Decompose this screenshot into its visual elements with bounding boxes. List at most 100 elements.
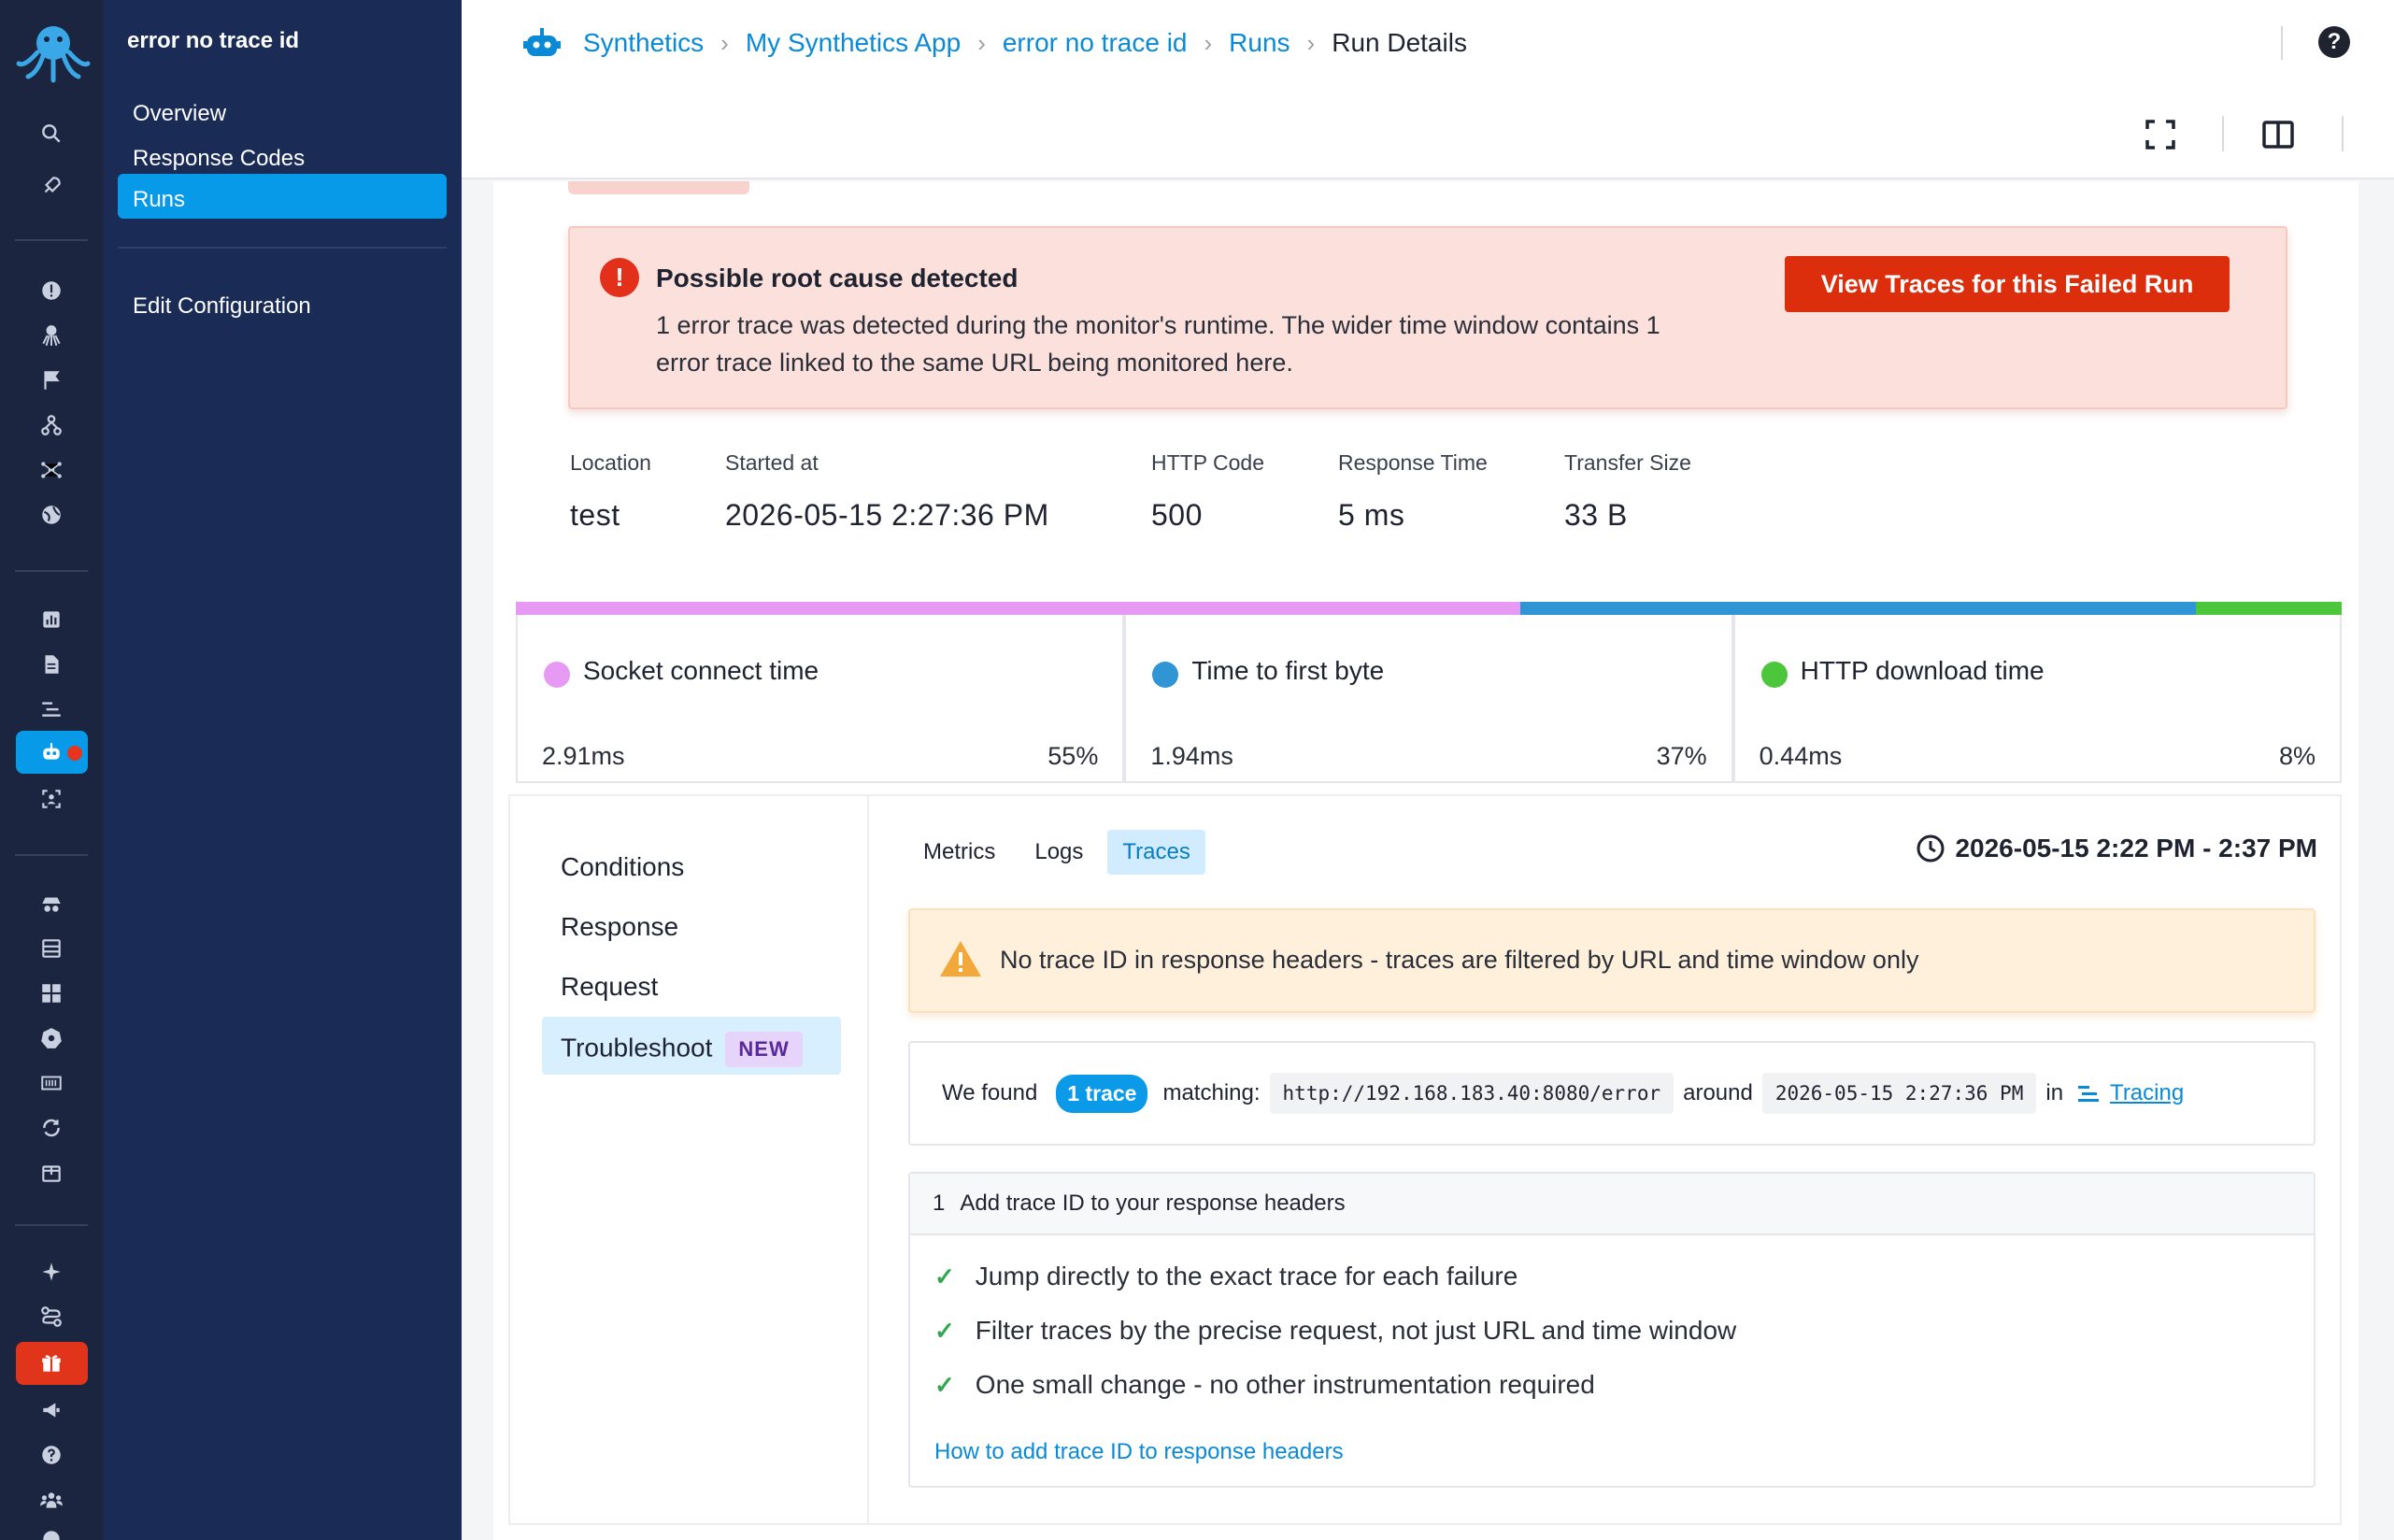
time-window[interactable]: 2026-05-15 2:22 PM - 2:37 PM [1916, 834, 2317, 863]
timing-name: HTTP download time [1800, 656, 2045, 685]
timing-bar-segment [516, 602, 1520, 615]
gift-icon[interactable] [37, 1349, 65, 1377]
stat-value: 5 ms [1338, 498, 1405, 532]
nav-item-runs[interactable]: Runs [118, 174, 447, 219]
globe-icon[interactable] [37, 501, 65, 529]
time-window-label: 2026-05-15 2:22 PM - 2:37 PM [1955, 834, 2317, 863]
barcode-icon[interactable] [37, 1069, 65, 1097]
alert-circle-icon[interactable] [37, 277, 65, 305]
header-divider [2342, 116, 2344, 151]
nav-item-response-codes[interactable]: Response Codes [118, 133, 447, 178]
traces-icon[interactable] [37, 695, 65, 723]
package-icon[interactable] [37, 1159, 65, 1187]
document-icon[interactable] [37, 650, 65, 678]
spy-icon[interactable] [37, 890, 65, 918]
stat-label: Location [570, 450, 651, 475]
no-trace-id-warning: No trace ID in response headers - traces… [908, 908, 2316, 1013]
how-to-add-trace-id-link[interactable]: How to add trace ID to response headers [934, 1439, 1344, 1465]
timing-ms: 0.44ms [1759, 742, 1843, 770]
octopus-logo-icon[interactable] [15, 21, 92, 84]
trace-match-summary: We found 1 trace matching: http://192.16… [908, 1041, 2316, 1146]
rocket-icon[interactable] [37, 172, 65, 200]
stat-transfer-size: Transfer Size 33 B [1564, 450, 1691, 533]
timing-ms: 2.91ms [542, 742, 625, 770]
side-item-response[interactable]: Response [542, 897, 841, 955]
details-section: Conditions Response Request Troubleshoot… [508, 794, 2342, 1525]
split-view-icon[interactable] [2261, 118, 2295, 151]
kubernetes-icon[interactable] [37, 1024, 65, 1052]
guide-title: Add trace ID to your response headers [960, 1191, 1346, 1216]
chevron-right-icon: › [1204, 28, 1213, 57]
hierarchy-icon[interactable] [37, 411, 65, 439]
side-item-conditions[interactable]: Conditions [542, 837, 841, 895]
breadcrumb-app[interactable]: My Synthetics App [746, 28, 961, 58]
help-icon[interactable] [37, 1441, 65, 1469]
octopus-nav-icon[interactable] [37, 321, 65, 349]
tab-metrics[interactable]: Metrics [908, 830, 1010, 875]
tracing-link[interactable]: Tracing [2110, 1080, 2184, 1106]
view-traces-button[interactable]: View Traces for this Failed Run [1785, 256, 2230, 312]
breadcrumb-monitor[interactable]: error no trace id [1003, 28, 1188, 58]
fullscreen-icon[interactable] [2144, 118, 2177, 151]
notification-dot [67, 746, 82, 761]
trace-count-pill[interactable]: 1 trace [1056, 1074, 1148, 1113]
around-label: around [1683, 1080, 1753, 1105]
megaphone-icon[interactable] [37, 1396, 65, 1424]
warning-text: No trace ID in response headers - traces… [1000, 946, 1919, 974]
team-icon[interactable] [37, 1486, 65, 1514]
chevron-right-icon: › [1306, 28, 1316, 57]
breadcrumb-runs[interactable]: Runs [1229, 28, 1290, 58]
add-trace-id-guide: 1 Add trace ID to your response headers ✓… [908, 1172, 2316, 1488]
stat-value: test [570, 498, 620, 532]
nav-item-edit-configuration[interactable]: Edit Configuration [118, 280, 447, 325]
found-prefix: We found [942, 1080, 1038, 1105]
timing-pct: 55% [1047, 742, 1099, 770]
section-nav-panel: error no trace id Overview Response Code… [104, 0, 462, 1540]
flag-icon[interactable] [37, 366, 65, 394]
stat-label: Response Time [1338, 450, 1488, 475]
legend-dot [1760, 662, 1788, 688]
guide-header: 1 Add trace ID to your response headers [910, 1174, 2314, 1235]
breadcrumb-synthetics[interactable]: Synthetics [583, 28, 704, 58]
benefit-item: ✓ Jump directly to the exact trace for e… [934, 1262, 1518, 1291]
search-icon[interactable] [37, 120, 65, 148]
stat-started-at: Started at 2026-05-15 2:27:36 PM [725, 450, 1049, 533]
check-icon: ✓ [934, 1316, 955, 1345]
stat-label: Transfer Size [1564, 450, 1691, 475]
matching-label: matching: [1162, 1080, 1261, 1105]
matched-time: 2026-05-15 2:27:36 PM [1761, 1073, 2037, 1114]
side-item-label: Troubleshoot [561, 1033, 713, 1062]
stat-value: 2026-05-15 2:27:36 PM [725, 498, 1049, 532]
side-item-troubleshoot[interactable]: Troubleshoot NEW [542, 1017, 841, 1075]
tab-traces[interactable]: Traces [1107, 830, 1205, 875]
run-details-card: ! Possible root cause detected 1 error t… [493, 181, 2358, 1540]
header-divider [2222, 116, 2224, 151]
help-circle-icon[interactable]: ? [2318, 26, 2350, 58]
chevron-right-icon: › [977, 28, 986, 57]
timing-http-download: HTTP download time 0.44ms 8% [1732, 615, 2342, 781]
grid-icon[interactable] [37, 979, 65, 1007]
breadcrumb: Synthetics › My Synthetics App › error n… [523, 26, 1467, 60]
sync-icon[interactable] [37, 1114, 65, 1142]
route-icon[interactable] [37, 1303, 65, 1331]
legend-dot [1152, 662, 1179, 688]
tab-logs[interactable]: Logs [1019, 830, 1098, 875]
nav-item-overview[interactable]: Overview [118, 88, 447, 133]
error-icon: ! [600, 258, 639, 297]
chart-icon[interactable] [37, 606, 65, 634]
robot-icon[interactable] [37, 738, 65, 766]
stat-value: 500 [1151, 498, 1203, 532]
legend-dot [544, 662, 570, 688]
stat-value: 33 B [1564, 498, 1628, 532]
side-item-request[interactable]: Request [542, 957, 841, 1015]
benefit-text: Jump directly to the exact trace for eac… [975, 1262, 1518, 1290]
clock-icon [1917, 834, 1945, 863]
network-icon[interactable] [37, 456, 65, 484]
user-scan-icon[interactable] [37, 785, 65, 813]
timing-name: Time to first byte [1191, 656, 1385, 685]
warning-triangle-icon [940, 941, 981, 977]
list-box-icon[interactable] [37, 934, 65, 962]
sparkle-icon[interactable] [37, 1258, 65, 1286]
settings-icon[interactable] [37, 1525, 65, 1540]
stat-label: HTTP Code [1151, 450, 1265, 475]
